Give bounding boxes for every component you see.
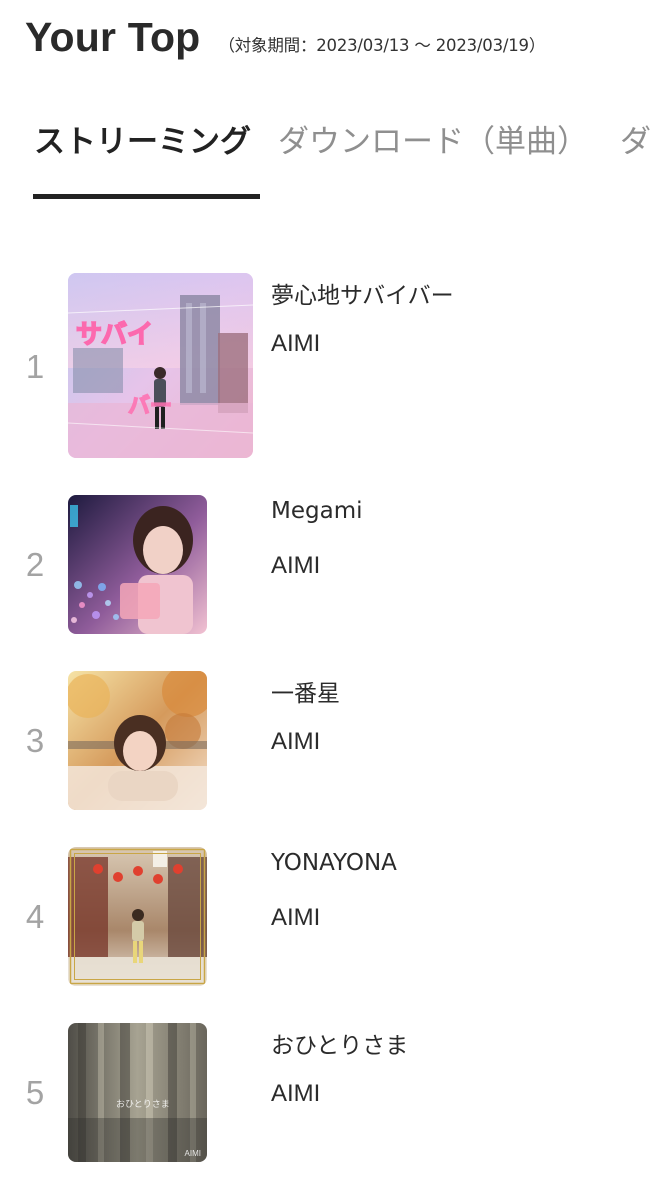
artist-name[interactable]: AIMI [271, 904, 320, 932]
album-art[interactable] [68, 671, 207, 810]
artist-name[interactable]: AIMI [271, 728, 320, 756]
rank-number: 1 [25, 348, 45, 385]
page-header: Your Top （対象期間：2023/03/13 〜 2023/03/19） [25, 14, 650, 64]
album-art[interactable]: サバイ バー [68, 273, 253, 458]
song-title[interactable]: 一番星 [271, 674, 340, 708]
tab-streaming[interactable]: ストリーミング [34, 122, 251, 162]
tab-download-truncated[interactable]: ダ [620, 122, 651, 162]
song-title[interactable]: おひとりさま [271, 1026, 408, 1060]
svg-text:バー: バー [128, 394, 172, 419]
svg-text:サバイ: サバイ [76, 320, 153, 350]
rank-number: 2 [25, 546, 45, 583]
album-art[interactable]: おひとりさま AIMI [68, 1023, 207, 1162]
active-tab-indicator [33, 194, 260, 199]
artist-name[interactable]: AIMI [271, 330, 320, 358]
tab-bar: ストリーミング ダウンロード（単曲） ダ [0, 110, 654, 205]
artist-name[interactable]: AIMI [271, 552, 320, 580]
album-art-caption: おひとりさま [116, 1100, 170, 1110]
rank-number: 4 [25, 898, 45, 935]
page-title: Your Top [25, 14, 201, 60]
rank-number: 3 [25, 722, 45, 759]
album-art-corner-label: AIMI [184, 1149, 201, 1158]
period-label: （対象期間：2023/03/13 〜 2023/03/19） [218, 36, 546, 55]
song-title[interactable]: YONAYONA [271, 850, 397, 876]
album-art[interactable] [68, 847, 207, 986]
song-title[interactable]: Megami [271, 498, 362, 524]
song-title[interactable]: 夢心地サバイバー [271, 276, 454, 310]
rank-number: 5 [25, 1074, 45, 1111]
artist-name[interactable]: AIMI [271, 1080, 320, 1108]
tab-download-single[interactable]: ダウンロード（単曲） [278, 122, 588, 162]
album-art[interactable] [68, 495, 207, 634]
